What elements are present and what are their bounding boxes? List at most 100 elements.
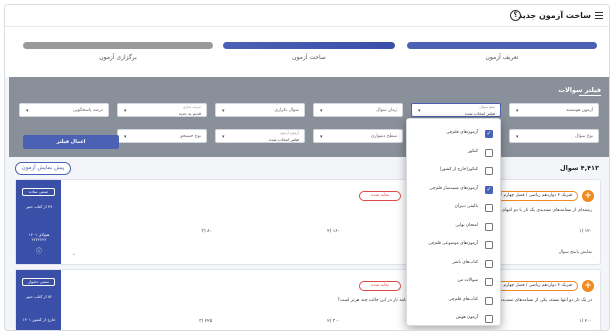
step-label-build[interactable]: ساخت آزمون (223, 54, 395, 61)
dropdown-option[interactable]: کنکور (407, 144, 500, 163)
checkbox[interactable] (485, 241, 493, 249)
dropdown-option[interactable]: کتاب‌های ناشر (407, 255, 500, 274)
page-title: ساخت آزمون جدید (518, 11, 591, 20)
select-value: قدیم به جدید (178, 111, 201, 116)
apply-filter-button[interactable]: اعمال فیلتر (23, 135, 119, 149)
select-question-time[interactable]: زمان سوال ▾ (313, 103, 403, 117)
dropdown-option[interactable]: کتاب‌های قلم‌چی (407, 292, 500, 311)
select-mini-label: آزمون آزمون (279, 131, 299, 135)
option-2: ۳۰۰ (۲ (327, 319, 340, 324)
select-smart-exam[interactable]: آزمون هوشمند ▾ (509, 103, 599, 117)
chevron-down-icon: ▾ (124, 108, 127, 114)
option-label: کتاب‌های ناشر (452, 259, 478, 265)
question-filter-panel: فیلتر سوالات آزمون هوشمند ▾ منبع سوال فی… (9, 77, 609, 157)
checkbox[interactable] (485, 278, 493, 286)
chevron-down-icon: ▾ (418, 108, 421, 114)
indexed-tag: نمایه شده (359, 191, 401, 201)
option-1: ۱۲۰ (۱ (579, 229, 592, 234)
chevron-down-icon: ▾ (320, 108, 323, 114)
dropdown-option[interactable]: آزمون هوش (407, 310, 500, 325)
option-3: ۸۰ (۳ (201, 229, 212, 234)
dropdown-option[interactable]: تالیفی دبیران (407, 199, 500, 218)
checkbox[interactable] (485, 259, 493, 268)
add-question-button[interactable]: + (582, 190, 594, 202)
dropdown-option[interactable]: کنکور(خارج از کشور) (407, 162, 500, 181)
exam-preview-button[interactable]: پیش نمایش آزمون (15, 162, 71, 175)
step-bar-build (223, 42, 395, 49)
indexed-tag: نمایه شده (359, 281, 401, 291)
checkbox[interactable] (485, 296, 493, 305)
select-search-type[interactable]: نوع جستجو ▾ (117, 129, 207, 143)
checkbox-checked[interactable]: ✓ (485, 130, 493, 138)
help-icon[interactable]: ؟ (510, 10, 521, 21)
option-2: ۱۶۰ (۲ (327, 229, 340, 234)
chevron-down-icon: ▾ (222, 108, 225, 114)
select-question-type[interactable]: نوع سوال ▾ (509, 129, 599, 143)
option-3: ۲۲۵ (۳ (199, 319, 212, 324)
select-mini-label: مرتب سازی (182, 105, 201, 109)
question-count: ۴,۴۱۳ سوال (560, 164, 599, 172)
checkbox[interactable] (485, 315, 493, 323)
dropdown-option[interactable]: ✓ آزمون‌های شبیه‌ساز قلم‌چی (407, 181, 500, 200)
select-label: نوع جستجو (180, 134, 201, 139)
option-label: کتاب‌های قلم‌چی (448, 296, 478, 302)
step-bar-hold (23, 42, 213, 49)
option-label: تالیفی دبیران (454, 204, 478, 209)
option-label: آزمون‌های موضوعی قلم‌چی (428, 241, 478, 246)
select-value: فیلتر انتخاب شده (464, 111, 495, 116)
chevron-down-icon: ▾ (222, 134, 225, 140)
app-window: ساخت آزمون جدید ؟ تعریف آزمون ساخت آزمون… (4, 4, 610, 331)
question-card: تستی دشوار ۸۲ از کتاب حبیر خارج از کشور … (15, 269, 601, 330)
question-card: تستی ساده ۷۹ از کتاب حبیر هیولای ۱۴۰۱ ۲۲… (15, 179, 601, 265)
option-label: آزمون هوش (455, 315, 478, 320)
option-label: کنکور (467, 148, 478, 154)
select-sort[interactable]: مرتب سازی قدیم به جدید ▾ (117, 103, 207, 117)
select-repeat[interactable]: سوال تکراری ▾ (215, 103, 305, 117)
chevron-down-icon: ▾ (26, 108, 29, 114)
difficulty-badge: تستی ساده (22, 188, 55, 196)
source-text: ۸۲ از کتاب حبیر (25, 294, 53, 299)
hamburger-menu-icon[interactable] (595, 12, 603, 19)
code-text: ۲۲۲۲۲۲۲ (31, 237, 47, 242)
option-label: آزمون‌های شبیه‌ساز قلم‌چی (429, 185, 478, 191)
exam-text: خارج از کشور ۱۴۰۱ (22, 317, 56, 322)
option-label: کنکور(خارج از کشور) (439, 167, 478, 172)
chevron-down-icon: ▾ (124, 134, 127, 140)
top-bar: ساخت آزمون جدید ؟ (5, 5, 609, 27)
select-label: نوع سوال (575, 134, 593, 139)
select-label: سطح دشواری (370, 134, 397, 139)
select-label: آزمون هوشمند (565, 108, 593, 113)
select-difficulty[interactable]: سطح دشواری ▾ (313, 129, 403, 143)
step-label-hold[interactable]: برگزاری آزمون (23, 54, 213, 61)
select-question-source[interactable]: منبع سوال فیلتر انتخاب شده ▾ (411, 103, 501, 117)
checkbox[interactable] (485, 148, 493, 157)
show-answer-link[interactable]: نمایش پاسخ سوال (559, 250, 592, 255)
filter-title-underline (579, 95, 601, 96)
chevron-down-icon: ▾ (516, 108, 519, 114)
select-exam-type[interactable]: آزمون آزمون فیلتر انتخاب شده ▾ (215, 129, 305, 143)
dropdown-option[interactable]: ✓ آزمون‌های قلم‌چی (407, 125, 500, 144)
select-label: درصد پاسخگویی (72, 108, 103, 113)
checkbox[interactable] (485, 167, 493, 175)
checkbox[interactable] (485, 204, 493, 212)
select-answer-percent[interactable]: درصد پاسخگویی ▾ (19, 103, 109, 117)
checkbox[interactable] (485, 222, 493, 231)
option-label: امتحان نهایی (455, 222, 478, 228)
dropdown-option[interactable]: امتحان نهایی (407, 218, 500, 237)
dropdown-option[interactable]: سوالات من (407, 273, 500, 292)
filter-title: فیلتر سوالات (558, 86, 601, 94)
source-text: ۷۹ از کتاب حبیر (25, 204, 53, 209)
add-question-button[interactable]: + (582, 280, 594, 292)
source-dropdown-menu: ✓ آزمون‌های قلم‌چی کنکور کنکور(خارج از کش… (406, 118, 501, 326)
select-label: سوال تکراری (274, 108, 299, 113)
wizard-stepper: تعریف آزمون ساخت آزمون برگزاری آزمون (5, 27, 609, 77)
info-icon[interactable]: ⓘ (20, 246, 58, 255)
step-label-define[interactable]: تعریف آزمون (407, 54, 597, 61)
select-label: زمان سوال (376, 108, 397, 113)
chevron-down-icon[interactable]: ⌄ (72, 251, 76, 257)
option-1: ۲۰۰ (۱ (579, 319, 592, 324)
checkbox-checked[interactable]: ✓ (485, 185, 493, 194)
dropdown-option[interactable]: آزمون‌های موضوعی قلم‌چی (407, 236, 500, 255)
option-label: سوالات من (457, 278, 478, 283)
step-bar-define (407, 42, 597, 49)
